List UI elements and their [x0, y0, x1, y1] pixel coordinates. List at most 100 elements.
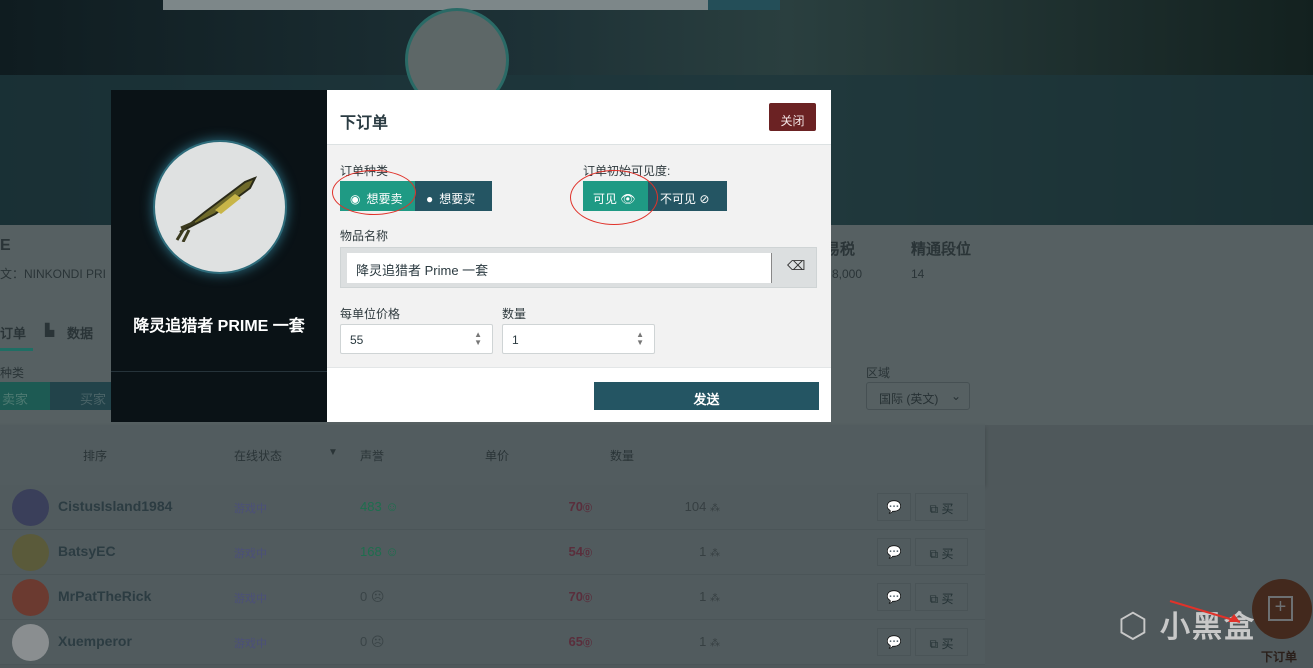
smile-icon: ☺: [385, 544, 399, 559]
reputation: 168: [360, 544, 382, 559]
annotation-circle: [332, 170, 416, 215]
platinum-icon: ⓪: [582, 503, 592, 513]
want-buy-radio[interactable]: ● 想要买: [415, 181, 492, 211]
chart-icon: ▙: [45, 323, 55, 337]
user-name[interactable]: BatsyEC: [58, 543, 116, 559]
quantity: 1: [699, 544, 707, 559]
search-button[interactable]: [708, 0, 780, 10]
smile-icon: ☺: [385, 499, 399, 514]
price: 65: [568, 634, 583, 649]
status: 游戏中: [234, 593, 267, 605]
user-name[interactable]: CistusIsland1984: [58, 498, 172, 514]
col-status[interactable]: 在线状态: [234, 447, 282, 464]
stepper-icon[interactable]: ▲ ▼: [474, 331, 482, 347]
avatar[interactable]: [12, 534, 49, 571]
platinum-icon: ⓪: [582, 548, 592, 558]
annotation-circle: [570, 170, 658, 225]
avatar[interactable]: [12, 624, 49, 661]
price: 54: [568, 544, 583, 559]
annotation-arrow: [1169, 600, 1241, 623]
plus-square-icon[interactable]: +: [1268, 596, 1293, 621]
col-price[interactable]: 单价: [485, 447, 509, 464]
search-input[interactable]: [163, 0, 708, 10]
user-name[interactable]: MrPatTheRick: [58, 588, 151, 604]
chat-button[interactable]: 💬: [877, 538, 911, 566]
status: 游戏中: [234, 548, 267, 560]
avatar[interactable]: [12, 489, 49, 526]
table-row: CistusIsland1984 游戏中 483 ☺ 70⓪ 104 ⁂ 💬 ⧉…: [0, 485, 985, 530]
type-label: 种类: [0, 366, 25, 380]
dialog-title: 下订单: [340, 115, 389, 132]
neutral-face-icon: ☹: [370, 634, 385, 649]
chevron-down-icon: ⌄: [950, 389, 961, 403]
platinum-icon: ⓪: [582, 638, 592, 648]
send-button[interactable]: 发送: [594, 382, 819, 410]
stat-value: 14: [911, 267, 925, 281]
chat-icon: 💬: [886, 500, 902, 514]
eye-slash-icon: ⊘: [699, 192, 710, 206]
table-header: 排序 在线状态 ▼ 声誉 单价 数量: [0, 425, 985, 485]
status: 游戏中: [234, 503, 267, 515]
table-row: Xuemperor 游戏中 0 ☹ 65⓪ 1 ⁂ 💬 ⧉ 买: [0, 620, 985, 665]
table-row: MrPatTheRick 游戏中 0 ☹ 70⓪ 1 ⁂ 💬 ⧉ 买: [0, 575, 985, 620]
chat-icon: 💬: [886, 545, 902, 559]
chat-button[interactable]: 💬: [877, 583, 911, 611]
cubes-icon: ⁂: [710, 638, 720, 649]
dialog-header: 下订单 关闭: [327, 90, 831, 145]
item-name-input[interactable]: 降灵追猎者 Prime 一套: [347, 253, 772, 283]
tab-indicator: [0, 348, 33, 351]
region-label: 区域: [866, 366, 891, 380]
cubes-icon: ⁂: [710, 548, 720, 559]
copy-icon: ⧉: [929, 547, 939, 561]
platinum-icon: ⓪: [582, 593, 592, 603]
radio-icon: ●: [426, 192, 434, 206]
region-select[interactable]: 国际 (英文) ⌄: [866, 382, 970, 410]
tab-data[interactable]: 数据: [67, 323, 93, 342]
want-buy-label: 想要买: [439, 192, 476, 206]
tab-orders[interactable]: 订单: [0, 323, 26, 342]
weapon-icon: [175, 176, 258, 242]
col-sort[interactable]: 排序: [83, 447, 107, 464]
reputation: 0: [360, 634, 368, 649]
quantity-value: 1: [512, 333, 519, 347]
chat-button[interactable]: 💬: [877, 628, 911, 656]
chat-icon: 💬: [886, 590, 902, 604]
price: 70: [568, 499, 583, 514]
buy-label: 买: [941, 637, 954, 651]
price: 70: [568, 589, 583, 604]
clear-input-icon[interactable]: ⌫: [787, 258, 805, 274]
region-value: 国际 (英文): [879, 392, 939, 406]
invisible-toggle[interactable]: 不可见 ⊘: [648, 181, 727, 211]
sort-down-icon[interactable]: ▼: [328, 447, 338, 458]
stepper-icon[interactable]: ▲ ▼: [636, 331, 644, 347]
copy-icon: ⧉: [929, 502, 939, 516]
seller-toggle[interactable]: 卖家: [0, 382, 50, 410]
col-quantity[interactable]: 数量: [610, 447, 634, 464]
buyer-toggle[interactable]: 买家: [50, 382, 112, 410]
neutral-face-icon: ☹: [370, 589, 385, 604]
col-reputation[interactable]: 声誉: [360, 447, 384, 464]
cubes-icon: ⁂: [710, 593, 720, 604]
item-thumbnail: [153, 140, 287, 274]
table-row: BatsyEC 游戏中 168 ☺ 54⓪ 1 ⁂ 💬 ⧉ 买: [0, 530, 985, 575]
avatar[interactable]: [12, 579, 49, 616]
buy-button[interactable]: ⧉ 买: [915, 493, 968, 521]
item-name-field-group: 降灵追猎者 Prime 一套 ⌫: [340, 247, 817, 288]
chat-button[interactable]: 💬: [877, 493, 911, 521]
price-input[interactable]: 55 ▲ ▼: [340, 324, 493, 354]
item-title: E: [0, 237, 11, 254]
quantity: 1: [699, 634, 707, 649]
stat-value: 8,000: [832, 267, 863, 281]
dialog-footer: 发送: [327, 367, 831, 422]
buy-label: 买: [941, 547, 954, 561]
user-name[interactable]: Xuemperor: [58, 633, 132, 649]
buy-button[interactable]: ⧉ 买: [915, 583, 968, 611]
divider: [111, 371, 327, 372]
buy-button[interactable]: ⧉ 买: [915, 538, 968, 566]
copy-icon: ⧉: [929, 592, 939, 606]
close-button[interactable]: 关闭: [769, 103, 816, 131]
modal-item-name: 降灵追猎者 PRIME 一套: [133, 318, 305, 335]
quantity-input[interactable]: 1 ▲ ▼: [502, 324, 655, 354]
status: 游戏中: [234, 638, 267, 650]
buy-button[interactable]: ⧉ 买: [915, 628, 968, 656]
